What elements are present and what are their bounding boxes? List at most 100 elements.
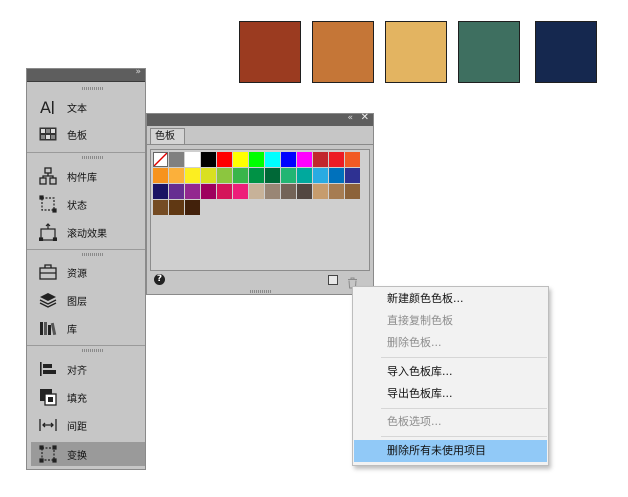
swatch-cell[interactable] [249,168,264,183]
collapse-icon[interactable]: » [135,67,141,77]
panel-title-bar[interactable]: « ✕ [147,112,373,126]
dock-item-align[interactable]: 对齐 [31,357,145,381]
dock-item-label: 色板 [67,130,87,142]
dock-item-spacing[interactable]: 间距 [31,413,145,437]
swatch-cell[interactable] [265,168,280,183]
swatch-cell[interactable] [233,168,248,183]
dock-title-bar[interactable]: » [27,67,145,82]
dock-grip[interactable] [82,156,104,159]
swatch-cell[interactable] [169,184,184,199]
swatch-cell[interactable] [201,184,216,199]
swatches-context-menu: 新建颜色色板... 直接复制色板 删除色板... 导入色板库... 导出色板库.… [352,286,549,466]
help-icon[interactable]: ? [154,274,165,285]
library-icon [36,318,60,338]
swatch-cell[interactable] [281,152,296,167]
dock-grip[interactable] [82,253,104,256]
swatch-cell[interactable] [313,168,328,183]
swatch-cell[interactable] [185,168,200,183]
swatch-cell[interactable] [201,168,216,183]
swatch-cell[interactable] [345,184,360,199]
swatch-cell[interactable] [153,200,168,215]
dock-item-layers[interactable]: 图层 [31,288,145,312]
new-swatch-icon[interactable] [328,275,338,285]
menu-separator [381,408,547,409]
swatch-cell[interactable] [169,152,184,167]
menu-item-import-swatch-library[interactable]: 导入色板库... [354,361,547,383]
collapse-icon[interactable]: « [347,113,353,123]
menu-separator [381,436,547,437]
swatch-cell[interactable] [297,152,312,167]
swatch-cell[interactable] [153,184,168,199]
align-icon [36,359,60,379]
dock-item-label: 间距 [67,421,87,433]
menu-item-swatch-options: 色板选项... [387,415,442,428]
assets-icon [36,262,60,282]
swatch-cell[interactable] [169,168,184,183]
spacing-icon [36,415,60,435]
swatch-none[interactable] [153,152,168,167]
swatch-cell[interactable] [313,152,328,167]
swatch-cell[interactable] [281,184,296,199]
menu-item-export-swatch-library[interactable]: 导出色板库... [354,383,547,405]
swatch-cell[interactable] [185,184,200,199]
tab-swatches[interactable]: 色板 [150,128,185,144]
color-swatch-3[interactable] [385,21,447,83]
swatch-cell[interactable] [345,152,360,167]
tab-underline [147,144,373,145]
swatch-cell[interactable] [265,152,280,167]
color-swatch-5[interactable] [535,21,597,83]
swatch-cell[interactable] [233,184,248,199]
dock-item-components-library[interactable]: 构件库 [31,164,145,188]
color-swatch-1[interactable] [239,21,301,83]
swatch-cell[interactable] [217,184,232,199]
swatch-cell[interactable] [297,168,312,183]
svg-text:A: A [40,98,51,116]
swatch-cell[interactable] [329,168,344,183]
swatch-cell[interactable] [249,152,264,167]
swatch-cell[interactable] [233,152,248,167]
dock-item-scroll-effects[interactable]: 滚动效果 [31,220,145,244]
text-tool-icon: A [36,97,60,117]
swatch-cell[interactable] [169,200,184,215]
dock-item-states[interactable]: 状态 [31,192,145,216]
swatch-cell[interactable] [217,168,232,183]
swatch-cell[interactable] [217,152,232,167]
swatch-cell[interactable] [329,152,344,167]
dock-grip[interactable] [82,87,104,90]
swatch-cell[interactable] [265,184,280,199]
panel-grip[interactable] [250,290,272,293]
dock-item-label: 文本 [67,103,87,115]
swatch-cell[interactable] [201,152,216,167]
dock-item-transform[interactable]: 变换 [31,442,145,466]
color-swatch-4[interactable] [458,21,520,83]
dock-item-label: 滚动效果 [67,228,107,240]
swatch-cell[interactable] [185,152,200,167]
panel-dock: » A 文本 色板 构件库 状态 滚动效果 资源 图层 库 对齐 填充 间距 变… [26,67,146,470]
dock-item-label: 库 [67,324,77,336]
transform-icon [36,444,60,464]
swatch-cell[interactable] [313,184,328,199]
dock-grip[interactable] [82,349,104,352]
color-swatch-2[interactable] [312,21,374,83]
close-icon[interactable]: ✕ [361,112,369,123]
swatch-cell[interactable] [281,168,296,183]
menu-item-duplicate-swatch: 直接复制色板 [387,314,453,327]
swatch-cell[interactable] [297,184,312,199]
swatch-cell[interactable] [185,200,200,215]
dock-item-label: 填充 [67,393,87,405]
swatch-cell[interactable] [329,184,344,199]
menu-item-new-color-swatch[interactable]: 新建颜色色板... [354,288,547,310]
dock-item-label: 状态 [67,200,87,212]
dock-item-assets[interactable]: 资源 [31,260,145,284]
dock-item-label: 构件库 [67,172,97,184]
menu-item-delete-all-unused[interactable]: 删除所有未使用项目 [354,440,547,462]
dock-item-library[interactable]: 库 [31,316,145,340]
dock-item-text[interactable]: A 文本 [31,95,145,119]
menu-separator [381,357,547,358]
dock-item-fill[interactable]: 填充 [31,385,145,409]
swatch-cell[interactable] [249,184,264,199]
swatch-cell[interactable] [345,168,360,183]
swatch-cell[interactable] [153,168,168,183]
dock-item-label: 资源 [67,268,87,280]
dock-item-swatches[interactable]: 色板 [31,122,145,146]
